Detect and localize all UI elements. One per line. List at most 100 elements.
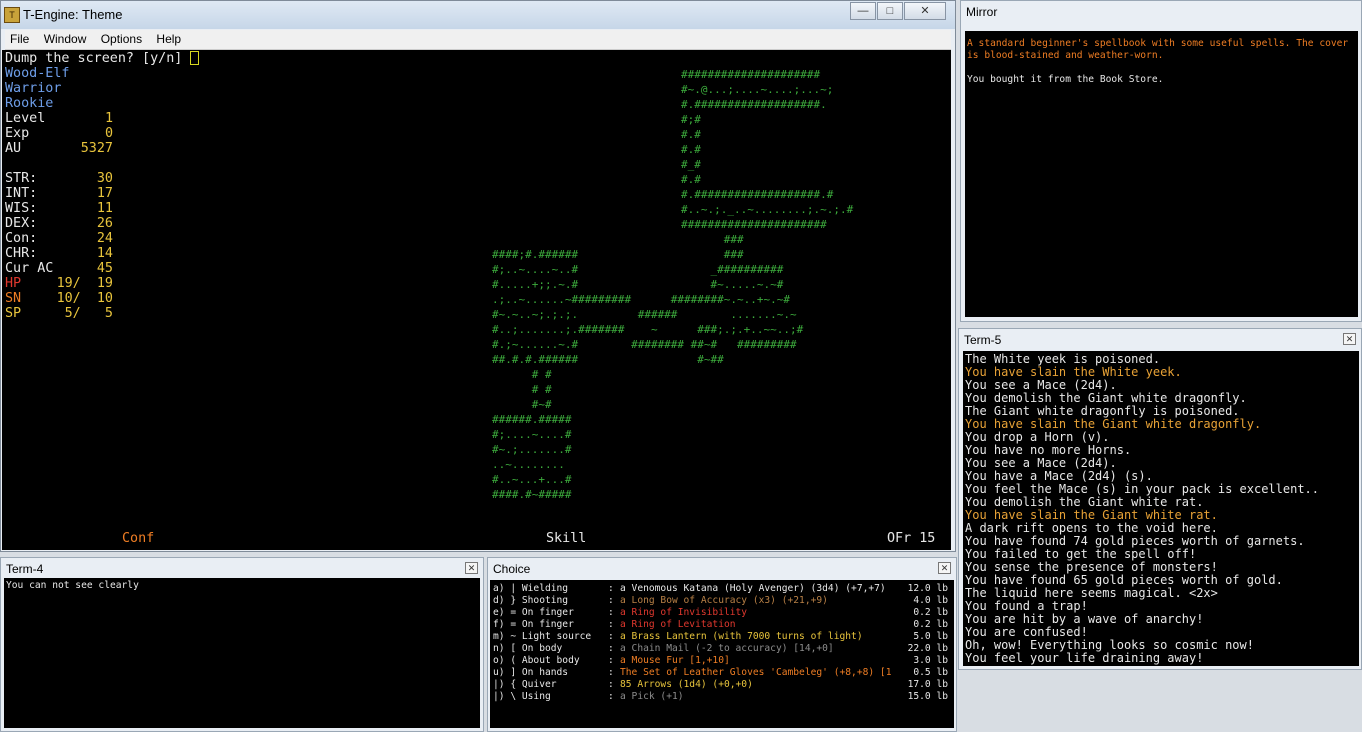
char-label: WIS: xyxy=(5,201,38,216)
char-value: 11 xyxy=(96,201,113,216)
mirror-title: Mirror xyxy=(966,5,998,19)
choice-close-button[interactable]: ✕ xyxy=(938,562,951,574)
equipment-slot: |) { Quiver xyxy=(493,679,557,690)
term4-title: Term-4 xyxy=(6,562,44,576)
choice-window: Choice ✕ a) | Wielding: a Venomous Katana… xyxy=(487,557,957,732)
map-row: #~.~..~;.;.;. ###### .......~.~ xyxy=(492,308,797,321)
equipment-item: a Venomous Katana (Holy Avenger) (3d4) (… xyxy=(620,583,886,594)
equipment-weight: 22.0 lb xyxy=(907,643,948,654)
term5-window: Term-5 ✕ The White yeek is poisoned. You … xyxy=(958,328,1362,670)
equipment-slot: m) ~ Light source xyxy=(493,631,592,642)
char-label: Wood-Elf xyxy=(5,66,70,81)
separator: : xyxy=(608,583,614,594)
item-description: A standard beginner's spellbook with som… xyxy=(967,38,1349,61)
equipment-weight: 0.5 lb xyxy=(913,667,948,678)
map-row: ######.##### xyxy=(492,413,572,426)
equipment-item: a Ring of Invisibility xyxy=(620,607,748,618)
map-row: # # xyxy=(492,368,552,381)
equipment-item: 85 Arrows (1d4) (+0,+0) xyxy=(620,679,753,690)
status-ofr: OFr 15 xyxy=(887,531,936,546)
status-conf: Conf xyxy=(122,531,155,546)
map-row: #.# xyxy=(681,143,701,156)
dungeon-map-top: ##################### #~.@...;....~....;.… xyxy=(681,67,853,232)
equipment-list: a) | Wielding: a Venomous Katana (Holy Av… xyxy=(490,580,954,728)
mirror-terminal: A standard beginner's spellbook with som… xyxy=(965,31,1358,317)
char-label: Level xyxy=(5,111,46,126)
term5-close-button[interactable]: ✕ xyxy=(1343,333,1356,345)
map-row: #.# xyxy=(681,173,701,186)
prompt-text: Dump the screen? [y/n] xyxy=(5,51,183,66)
separator: : xyxy=(608,655,614,666)
dungeon-map-main: ### ####;#.###### ### #;..~....~..# _#####… xyxy=(492,232,803,502)
equipment-item: a Pick (+1) xyxy=(620,691,684,702)
map-row: ####;#.###### ### xyxy=(492,248,744,261)
char-label: Rookie xyxy=(5,96,54,111)
equipment-weight: 4.0 lb xyxy=(913,595,948,606)
map-row: #..;.......;.####### ~ ###;.;.+..~~..;# xyxy=(492,323,804,336)
char-value: 19/ 19 xyxy=(56,276,113,291)
equipment-slot: n) [ On body xyxy=(493,643,563,654)
equipment-item: The Set of Leather Gloves 'Cambeleg' (+8… xyxy=(620,667,892,678)
char-label: AU xyxy=(5,141,22,156)
term4-terminal: You can not see clearly xyxy=(4,578,480,728)
char-value: 0 xyxy=(104,126,113,141)
menu-help[interactable]: Help xyxy=(151,30,187,46)
equipment-weight: 3.0 lb xyxy=(913,655,948,666)
char-value: 26 xyxy=(96,216,113,231)
map-row: #_# xyxy=(681,158,701,171)
equipment-slot: d) } Shooting xyxy=(493,595,569,606)
char-label: SN xyxy=(5,291,22,306)
map-row: ##################### xyxy=(681,68,821,81)
close-button[interactable]: ✕ xyxy=(904,2,946,20)
map-row: #.;~......~.# ######## ##~# ######### xyxy=(492,338,797,351)
equipment-weight: 17.0 lb xyxy=(907,679,948,690)
char-value: 14 xyxy=(96,246,113,261)
map-row: ### xyxy=(492,233,744,246)
main-terminal[interactable]: Dump the screen? [y/n] Wood-Elf Warrior Ro… xyxy=(2,50,951,550)
equipment-weight: 5.0 lb xyxy=(913,631,948,642)
map-row: #~# xyxy=(492,398,552,411)
map-row: #.# xyxy=(681,128,701,141)
separator: : xyxy=(608,595,614,606)
equipment-slot: f) = On finger xyxy=(493,619,574,630)
equipment-item: a Mouse Fur [1,+10] xyxy=(620,655,730,666)
equipment-item: a Brass Lantern (with 7000 turns of ligh… xyxy=(620,631,863,642)
char-label: INT: xyxy=(5,186,38,201)
status-skill: Skill xyxy=(546,531,587,546)
term4-line: You can not see clearly xyxy=(6,580,139,591)
map-row: # # xyxy=(492,383,552,396)
equipment-slot: o) ( About body xyxy=(493,655,580,666)
menu-window[interactable]: Window xyxy=(39,30,93,46)
main-window: T T-Engine: Theme — □ ✕ File Window Opti… xyxy=(0,0,956,552)
term4-close-button[interactable]: ✕ xyxy=(465,562,478,574)
separator: : xyxy=(608,667,614,678)
char-label: HP xyxy=(5,276,22,291)
equipment-slot: |) \ Using xyxy=(493,691,551,702)
map-row: #;..~....~..# _########## xyxy=(492,263,784,276)
char-label: STR: xyxy=(5,171,38,186)
map-row: ##.#.#.###### #~## xyxy=(492,353,724,366)
term5-title: Term-5 xyxy=(964,333,1002,347)
char-value: 1 xyxy=(104,111,113,126)
menu-file[interactable]: File xyxy=(5,30,35,46)
char-label: Exp xyxy=(5,126,30,141)
equipment-slot: e) = On finger xyxy=(493,607,574,618)
char-label: Con: xyxy=(5,231,38,246)
cursor xyxy=(190,51,200,65)
maximize-button[interactable]: □ xyxy=(877,2,903,20)
map-row: #~.;.......# xyxy=(492,443,572,456)
map-row: #.###################. xyxy=(681,98,827,111)
separator: : xyxy=(608,691,614,702)
equipment-weight: 0.2 lb xyxy=(913,607,948,618)
mirror-window: Mirror A standard beginner's spellbook w… xyxy=(960,0,1362,322)
menu-options[interactable]: Options xyxy=(96,30,148,46)
equipment-slot: u) ] On hands xyxy=(493,667,569,678)
minimize-button[interactable]: — xyxy=(850,2,876,20)
char-label: CHR: xyxy=(5,246,38,261)
char-value: 17 xyxy=(96,186,113,201)
term4-window: Term-4 ✕ You can not see clearly xyxy=(0,557,484,732)
title-bar[interactable]: T T-Engine: Theme — □ ✕ xyxy=(1,1,955,29)
char-label: Warrior xyxy=(5,81,62,96)
equipment-weight: 0.2 lb xyxy=(913,619,948,630)
char-label: SP xyxy=(5,306,22,321)
